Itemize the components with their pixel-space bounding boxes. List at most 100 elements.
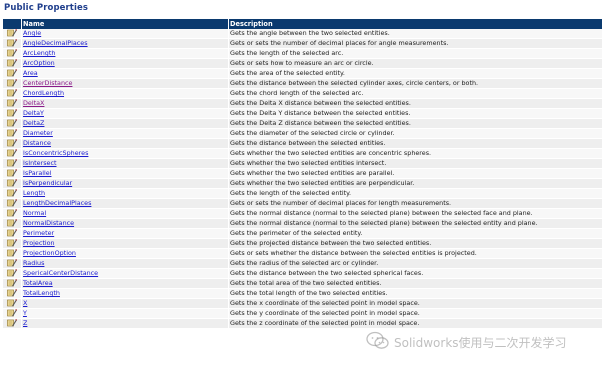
header-icon-column xyxy=(3,19,22,29)
property-link[interactable]: Area xyxy=(23,69,38,77)
row-name-cell: IsConcentricSpheres xyxy=(22,149,229,159)
property-link[interactable]: AngleDecimalPlaces xyxy=(23,39,88,47)
property-link[interactable]: Angle xyxy=(23,29,41,37)
row-icon-cell xyxy=(3,219,22,229)
property-icon xyxy=(7,89,18,97)
watermark-text: Solidworks使用与二次开发学习 xyxy=(394,336,567,350)
row-icon-cell xyxy=(3,239,22,249)
property-link[interactable]: ArcLength xyxy=(23,49,55,57)
row-description-cell: Gets the normal distance (normal to the … xyxy=(229,209,602,219)
property-link[interactable]: IsIntersect xyxy=(23,159,57,167)
row-icon-cell xyxy=(3,319,22,329)
table-row: CenterDistance Gets the distance between … xyxy=(3,79,602,89)
table-row: X Gets the x coordinate of the selected p… xyxy=(3,299,602,309)
property-link[interactable]: Distance xyxy=(23,139,51,147)
row-icon-cell xyxy=(3,279,22,289)
row-icon-cell xyxy=(3,249,22,259)
property-icon xyxy=(7,79,18,87)
property-icon xyxy=(7,169,18,177)
row-name-cell: Normal xyxy=(22,209,229,219)
row-icon-cell xyxy=(3,309,22,319)
property-link[interactable]: Y xyxy=(23,309,27,317)
row-description-cell: Gets the distance between the two select… xyxy=(229,269,602,279)
table-row: Projection Gets the projected distance be… xyxy=(3,239,602,249)
property-link[interactable]: DeltaY xyxy=(23,109,44,117)
header-description-column: Description xyxy=(229,19,602,29)
table-row: ArcOption Gets or sets how to measure an … xyxy=(3,59,602,69)
table-row: DeltaZ Gets the Delta Z distance between … xyxy=(3,119,602,129)
row-name-cell: TotalLength xyxy=(22,289,229,299)
property-link[interactable]: IsPerpendicular xyxy=(23,179,72,187)
property-icon xyxy=(7,269,18,277)
property-icon xyxy=(7,209,18,217)
property-link[interactable]: Normal xyxy=(23,209,46,217)
property-link[interactable]: Diameter xyxy=(23,129,53,137)
row-description-cell: Gets the radius of the selected arc or c… xyxy=(229,259,602,269)
row-icon-cell xyxy=(3,289,22,299)
row-name-cell: DeltaY xyxy=(22,109,229,119)
row-icon-cell xyxy=(3,269,22,279)
row-description-cell: Gets or sets the number of decimal place… xyxy=(229,39,602,49)
property-icon xyxy=(7,69,18,77)
property-link[interactable]: Length xyxy=(23,189,45,197)
property-icon xyxy=(7,299,18,307)
property-link[interactable]: NormalDistance xyxy=(23,219,74,227)
property-link[interactable]: SpericalCenterDistance xyxy=(23,269,98,277)
row-name-cell: Projection xyxy=(22,239,229,249)
row-description-cell: Gets the x coordinate of the selected po… xyxy=(229,299,602,309)
table-row: LengthDecimalPlaces Gets or sets the numb… xyxy=(3,199,602,209)
row-description-cell: Gets the total area of the two selected … xyxy=(229,279,602,289)
property-link[interactable]: LengthDecimalPlaces xyxy=(23,199,91,207)
property-link[interactable]: CenterDistance xyxy=(23,79,72,87)
row-name-cell: LengthDecimalPlaces xyxy=(22,199,229,209)
row-description-cell: Gets the chord length of the selected ar… xyxy=(229,89,602,99)
row-icon-cell xyxy=(3,159,22,169)
property-link[interactable]: TotalArea xyxy=(23,279,53,287)
row-name-cell: ChordLength xyxy=(22,89,229,99)
property-link[interactable]: Radius xyxy=(23,259,44,267)
row-name-cell: Area xyxy=(22,69,229,79)
property-link[interactable]: ChordLength xyxy=(23,89,64,97)
table-row: Radius Gets the radius of the selected ar… xyxy=(3,259,602,269)
row-description-cell: Gets the distance between the selected c… xyxy=(229,79,602,89)
property-link[interactable]: Z xyxy=(23,319,27,327)
row-description-cell: Gets the Delta Y distance between the se… xyxy=(229,109,602,119)
property-link[interactable]: IsConcentricSpheres xyxy=(23,149,88,157)
table-row: IsParallel Gets whether the two selected … xyxy=(3,169,602,179)
table-row: ChordLength Gets the chord length of the … xyxy=(3,89,602,99)
property-icon xyxy=(7,259,18,267)
property-link[interactable]: X xyxy=(23,299,27,307)
row-icon-cell xyxy=(3,99,22,109)
property-link[interactable]: Perimeter xyxy=(23,229,54,237)
properties-table: Name Description Angle Gets the angle bet… xyxy=(3,19,602,329)
header-name-column: Name xyxy=(22,19,229,29)
property-icon xyxy=(7,139,18,147)
property-icon xyxy=(7,159,18,167)
property-icon xyxy=(7,229,18,237)
property-icon xyxy=(7,179,18,187)
row-icon-cell xyxy=(3,299,22,309)
table-row: Length Gets the length of the selected en… xyxy=(3,189,602,199)
row-description-cell: Gets or sets whether the distance betwee… xyxy=(229,249,602,259)
table-body: Angle Gets the angle between the two sele… xyxy=(3,29,602,329)
row-icon-cell xyxy=(3,79,22,89)
property-link[interactable]: DeltaX xyxy=(23,99,44,107)
property-link[interactable]: DeltaZ xyxy=(23,119,44,127)
property-link[interactable]: IsParallel xyxy=(23,169,52,177)
wechat-logo-icon xyxy=(366,331,389,349)
property-link[interactable]: Projection xyxy=(23,239,55,247)
row-description-cell: Gets whether the two selected entities a… xyxy=(229,149,602,159)
property-icon xyxy=(7,219,18,227)
row-description-cell: Gets the angle between the two selected … xyxy=(229,29,602,39)
table-row: ArcLength Gets the length of the selected… xyxy=(3,49,602,59)
row-name-cell: Perimeter xyxy=(22,229,229,239)
table-row: Perimeter Gets the perimeter of the selec… xyxy=(3,229,602,239)
property-icon xyxy=(7,149,18,157)
table-header-row: Name Description xyxy=(3,19,602,29)
row-description-cell: Gets whether the two selected entities i… xyxy=(229,159,602,169)
property-link[interactable]: ProjectionOption xyxy=(23,249,76,257)
property-link[interactable]: TotalLength xyxy=(23,289,60,297)
row-name-cell: Distance xyxy=(22,139,229,149)
property-link[interactable]: ArcOption xyxy=(23,59,55,67)
property-icon xyxy=(7,239,18,247)
